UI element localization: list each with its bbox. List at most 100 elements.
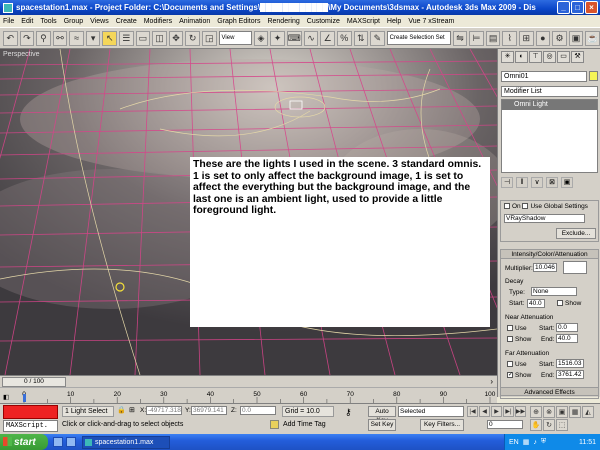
current-frame-field[interactable]: 0 <box>487 420 523 429</box>
curve-editor-icon[interactable]: ⌇ <box>502 30 518 46</box>
show-end-result-icon[interactable]: ‖ <box>516 177 528 188</box>
go-to-start-icon[interactable]: |◀ <box>467 406 478 417</box>
display-tab-icon[interactable]: ▭ <box>557 51 570 63</box>
menu-views[interactable]: Views <box>90 18 109 25</box>
angle-snap-icon[interactable]: ∠ <box>320 30 335 46</box>
render-frame-icon[interactable]: ▣ <box>568 30 584 46</box>
next-frame-icon[interactable]: ▶| <box>503 406 514 417</box>
filter-icon[interactable]: ▾ <box>85 30 101 46</box>
shadow-on-checkbox[interactable] <box>504 203 510 210</box>
taskbar-item-3dsmax[interactable]: spacestation1.max <box>82 435 170 449</box>
percent-snap-icon[interactable]: % <box>336 30 352 46</box>
make-unique-icon[interactable]: ∨ <box>531 177 543 188</box>
render-setup-icon[interactable]: ⚙ <box>552 30 567 46</box>
far-show-checkbox[interactable]: ✓ <box>507 372 513 379</box>
rotate-icon[interactable]: ↻ <box>185 30 200 46</box>
pivot-icon[interactable]: ◈ <box>253 30 269 46</box>
create-tab-icon[interactable]: ✳ <box>501 51 514 63</box>
lock-icon[interactable]: 🔒 <box>117 406 126 414</box>
select-by-name-icon[interactable]: ☰ <box>119 30 134 46</box>
tray-volume-icon[interactable]: ♪ <box>533 439 537 446</box>
y-coord-field[interactable]: 36979.141 <box>191 406 227 415</box>
zoom-icon[interactable]: ⊕ <box>530 406 542 418</box>
redo-icon[interactable]: ↷ <box>19 30 35 46</box>
near-show-checkbox[interactable] <box>507 336 513 343</box>
previous-frame-icon[interactable]: ◀ <box>479 406 490 417</box>
menu-help[interactable]: Help <box>387 18 401 25</box>
reference-coord-dropdown[interactable]: View <box>218 31 252 45</box>
zoom-extents-icon[interactable]: ▣ <box>556 406 568 418</box>
link-icon[interactable]: ⚲ <box>36 30 51 46</box>
menu-vue[interactable]: Vue 7 xStream <box>408 18 454 25</box>
unlink-icon[interactable]: ⚯ <box>52 30 68 46</box>
go-to-end-icon[interactable]: ▶▶ <box>515 406 526 417</box>
schematic-icon[interactable]: ⊞ <box>519 30 534 46</box>
quick-launch-browser-icon[interactable] <box>66 437 76 447</box>
near-end-field[interactable]: 40.0 <box>556 334 578 343</box>
modify-tab-icon[interactable]: ◐ <box>515 51 528 63</box>
light-color-swatch[interactable] <box>563 261 587 274</box>
add-time-tag[interactable]: Add Time Tag <box>283 421 326 428</box>
maximize-button[interactable]: □ <box>571 1 584 14</box>
orbit-icon[interactable]: ↻ <box>543 419 555 431</box>
decay-type-dropdown[interactable]: None <box>531 287 577 296</box>
menu-maxscript[interactable]: MAXScript <box>347 18 380 25</box>
exclude-button[interactable]: Exclude... <box>556 228 596 239</box>
auto-key-button[interactable]: Auto Key <box>368 406 396 424</box>
decay-show-checkbox[interactable] <box>557 300 563 307</box>
time-slider[interactable]: 0 / 100 <box>2 377 66 387</box>
manipulate-icon[interactable]: ✦ <box>270 30 285 46</box>
snap-icon[interactable]: ∿ <box>303 30 319 46</box>
decay-start-field[interactable]: 40.0 <box>527 299 545 308</box>
selection-set-dropdown[interactable]: Create Selection Set <box>386 31 451 45</box>
intensity-rollout-header[interactable]: Intensity/Color/Attenuation <box>501 250 598 259</box>
menu-tools[interactable]: Tools <box>40 18 56 25</box>
set-key-button[interactable]: Set Key <box>368 419 396 431</box>
near-start-field[interactable]: 0.0 <box>556 323 578 332</box>
bind-icon[interactable]: ≈ <box>69 30 84 46</box>
menu-create[interactable]: Create <box>116 18 137 25</box>
align-icon[interactable]: ⊨ <box>469 30 484 46</box>
close-button[interactable]: × <box>585 1 598 14</box>
x-coord-field[interactable]: -49717.318 <box>146 406 182 415</box>
language-indicator[interactable]: EN <box>509 439 519 446</box>
advanced-effects-header[interactable]: Advanced Effects <box>501 387 598 396</box>
key-filters-button[interactable]: Key Filters... <box>420 419 464 431</box>
spinner-snap-icon[interactable]: ⇅ <box>353 30 369 46</box>
tray-security-icon[interactable]: ⛨ <box>541 438 546 446</box>
menu-customize[interactable]: Customize <box>307 18 340 25</box>
time-slider-track[interactable]: 0 / 100 › <box>0 375 497 387</box>
field-of-view-icon[interactable]: ◭ <box>582 406 594 418</box>
scale-icon[interactable]: ◲ <box>201 30 217 46</box>
pin-stack-icon[interactable]: ⊣ <box>501 177 513 188</box>
pan-icon[interactable]: ✋ <box>530 419 542 431</box>
quick-render-icon[interactable]: ☕ <box>585 30 600 46</box>
time-tag-icon[interactable] <box>270 420 279 429</box>
object-color-swatch[interactable] <box>589 71 598 81</box>
hierarchy-tab-icon[interactable]: ⊤ <box>529 51 542 63</box>
undo-icon[interactable]: ↶ <box>3 30 18 46</box>
motion-tab-icon[interactable]: ◎ <box>543 51 556 63</box>
object-name-field[interactable]: Omni01 <box>501 71 587 82</box>
utilities-tab-icon[interactable]: ⚒ <box>571 51 584 63</box>
window-crossing-icon[interactable]: ◫ <box>152 30 167 46</box>
maxscript-listener[interactable]: MAXScript. <box>3 420 58 432</box>
absolute-mode-icon[interactable]: ⊞ <box>129 406 135 414</box>
menu-group[interactable]: Group <box>64 18 83 25</box>
menu-edit[interactable]: Edit <box>21 18 33 25</box>
track-bar[interactable]: ◧ 0102030405060708090100 <box>0 387 497 403</box>
menu-rendering[interactable]: Rendering <box>267 18 299 25</box>
move-icon[interactable]: ✥ <box>168 30 184 46</box>
far-end-field[interactable]: 3761.42 <box>556 370 584 379</box>
zoom-extents-all-icon[interactable]: ▦ <box>569 406 581 418</box>
minimize-button[interactable]: _ <box>557 1 570 14</box>
menu-graph-editors[interactable]: Graph Editors <box>217 18 260 25</box>
shadow-type-dropdown[interactable]: VRayShadow <box>504 214 585 223</box>
z-coord-field[interactable]: 0.0 <box>240 406 276 415</box>
layer-icon[interactable]: ▤ <box>485 30 501 46</box>
tray-network-icon[interactable]: ▦ <box>523 438 530 446</box>
edit-named-sets-icon[interactable]: ✎ <box>370 30 385 46</box>
key-mode-dropdown[interactable]: Selected <box>398 406 464 417</box>
start-button[interactable]: start <box>0 434 48 450</box>
remove-modifier-icon[interactable]: ⊠ <box>546 177 558 188</box>
